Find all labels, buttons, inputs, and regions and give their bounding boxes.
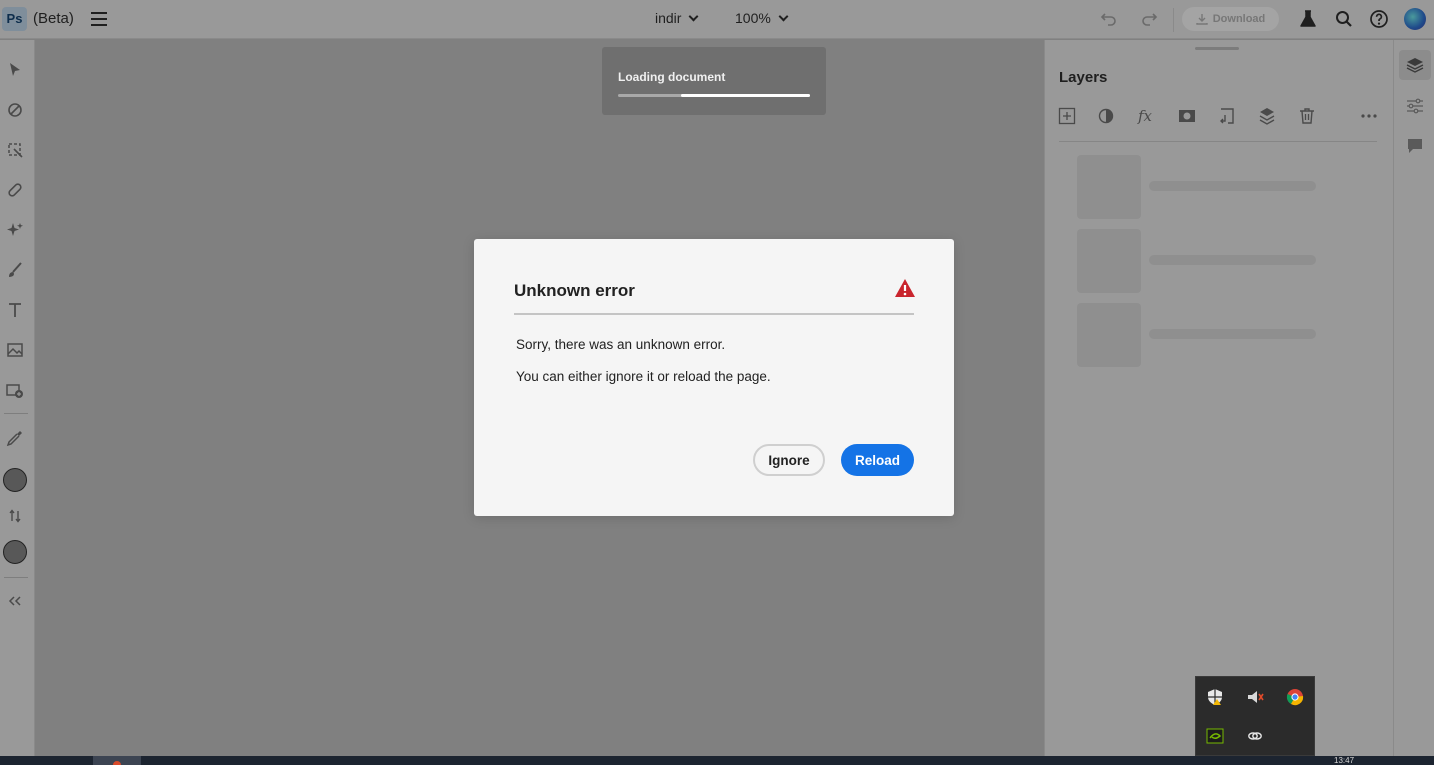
volume-icon[interactable] [1246,688,1264,706]
add-image-icon[interactable] [5,380,25,400]
taskbar-clock: 13:47 [1334,756,1355,765]
layers-title: Layers [1059,69,1108,86]
type-icon[interactable] [5,300,25,320]
menu-icon[interactable] [91,12,107,26]
chevron-down-icon [689,11,699,22]
select-icon[interactable] [5,60,25,80]
undo-icon[interactable] [1099,9,1119,29]
zoom-level: 100% [735,10,771,26]
layer-placeholder [1077,155,1317,219]
dialog-title: Unknown error [514,281,635,300]
security-icon[interactable] [1206,688,1224,706]
merge-icon[interactable] [1257,106,1277,126]
progress-fill [681,94,810,97]
foreground-color-swatch[interactable] [3,468,27,492]
svg-text:fx: fx [1137,107,1153,125]
generative-icon[interactable] [5,220,25,240]
nvidia-icon[interactable] [1206,727,1224,745]
clip-icon[interactable] [1217,106,1237,126]
image-icon[interactable] [5,340,25,360]
layer-placeholder [1077,303,1317,367]
search-icon[interactable] [1334,9,1354,29]
trash-icon[interactable] [1297,106,1317,126]
document-name-menu[interactable]: indir [655,10,699,26]
document-name: indir [655,10,682,26]
download-button[interactable]: Download [1182,7,1279,31]
chevron-down-icon [778,11,789,22]
more-icon[interactable] [1359,106,1379,126]
layer-name-placeholder [1149,329,1316,339]
ignore-button[interactable]: Ignore [753,444,825,476]
layer-thumbnail-placeholder [1077,303,1141,367]
eraser-icon[interactable] [5,100,25,120]
taskbar-app-icon [113,761,121,765]
top-bar: Ps (Beta) indir 100% Download [0,0,1434,39]
reload-button[interactable]: Reload [841,444,914,476]
toolbar-divider [1173,8,1174,32]
add-layer-icon[interactable] [1057,106,1077,126]
panel-grip[interactable] [1195,47,1239,50]
layers-toolbar: fx [1057,106,1377,130]
comments-icon[interactable] [1405,136,1425,156]
left-toolbar [0,40,35,756]
loading-text: Loading document [618,70,726,84]
zoom-menu[interactable]: 100% [735,10,789,26]
dialog-message-secondary: You can either ignore it or reload the p… [516,369,771,384]
healing-icon[interactable] [5,180,25,200]
chrome-icon[interactable] [1286,688,1304,706]
crop-icon[interactable] [5,140,25,160]
system-tray-popup [1195,676,1315,756]
toolbar-divider [4,413,28,414]
redo-icon[interactable] [1139,9,1159,29]
layer-name-placeholder [1149,255,1316,265]
link-icon[interactable] [1246,727,1264,745]
flask-icon[interactable] [1298,9,1318,29]
app-logo[interactable]: Ps [2,7,27,31]
dialog-message: Sorry, there was an unknown error. [516,337,726,352]
toolbar-divider [4,577,28,578]
download-label: Download [1212,13,1266,25]
alert-icon [894,278,916,298]
layers-panel: Layers fx [1044,40,1393,756]
layer-thumbnail-placeholder [1077,229,1141,293]
properties-icon[interactable] [1405,96,1425,116]
layer-name-placeholder [1149,181,1316,191]
brush-icon[interactable] [5,260,25,280]
mask-icon[interactable] [1177,106,1197,126]
fx-icon[interactable]: fx [1137,106,1157,126]
download-icon [1196,14,1208,25]
eyedropper-icon[interactable] [5,428,25,448]
beta-label: (Beta) [33,10,74,27]
error-dialog: Unknown error Sorry, there was an unknow… [474,239,954,516]
layer-placeholder [1077,229,1317,293]
swap-colors-icon[interactable] [5,506,25,526]
adjustment-icon[interactable] [1097,106,1117,126]
collapse-icon[interactable] [5,591,25,611]
dialog-divider [514,313,914,315]
panel-divider [1059,141,1377,142]
loading-toast: Loading document [602,47,826,115]
layers-icon[interactable] [1405,55,1425,75]
progress-bar [618,94,810,97]
layer-thumbnail-placeholder [1077,155,1141,219]
background-color-swatch[interactable] [3,540,27,564]
right-panel-strip [1393,40,1434,756]
avatar[interactable] [1404,8,1426,30]
help-icon[interactable] [1369,9,1389,29]
taskbar [0,756,1434,765]
